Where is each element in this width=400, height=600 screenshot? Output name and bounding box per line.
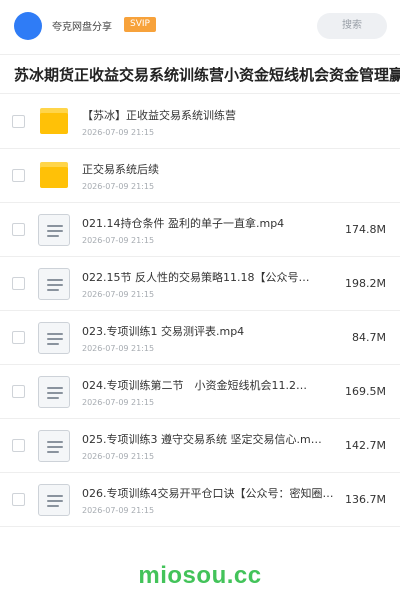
file-name[interactable]: 正交易系统后续 bbox=[82, 161, 344, 177]
file-name[interactable]: 025.专项训练3 遵守交易系统 坚定交易信心.m… bbox=[82, 431, 344, 447]
document-icon bbox=[38, 268, 70, 300]
row-checkbox[interactable] bbox=[12, 169, 25, 182]
document-icon bbox=[38, 430, 70, 462]
file-name[interactable]: 022.15节 反人性的交易策略11.18【公众号… bbox=[82, 269, 344, 285]
page-title: 苏冰期货正收益交易系统训练营小资金短线机会资金管理赢 bbox=[14, 66, 400, 84]
watermark: miosou.cc bbox=[138, 562, 262, 589]
file-name[interactable]: 026.专项训练4交易开平仓口诀【公众号：密知圈】… bbox=[82, 485, 344, 501]
file-name[interactable]: 023.专项训练1 交易测评表.mp4 bbox=[82, 323, 344, 339]
file-name[interactable]: 021.14持仓条件 盈利的单子一直拿.mp4 bbox=[82, 215, 344, 231]
folder-row[interactable]: 正交易系统后续 2026-07-09 21:15 bbox=[0, 149, 400, 203]
file-size: 174.8M bbox=[345, 223, 386, 236]
title-bar: 苏冰期货正收益交易系统训练营小资金短线机会资金管理赢 bbox=[0, 54, 400, 94]
folder-icon bbox=[40, 162, 68, 188]
file-name[interactable]: 【苏冰】正收益交易系统训练营 bbox=[82, 107, 344, 123]
file-size: 136.7M bbox=[345, 493, 386, 506]
row-checkbox[interactable] bbox=[12, 223, 25, 236]
file-row[interactable]: 024.专项训练第二节 小资金短线机会11.2… 2026-07-09 21:15… bbox=[0, 365, 400, 419]
document-icon bbox=[38, 214, 70, 246]
share-header: 夸克网盘分享 SVIP 搜索 bbox=[0, 0, 400, 54]
file-size: 84.7M bbox=[352, 331, 386, 344]
file-row[interactable]: 021.14持仓条件 盈利的单子一直拿.mp4 2026-07-09 21:15 1… bbox=[0, 203, 400, 257]
row-checkbox[interactable] bbox=[12, 385, 25, 398]
folder-icon bbox=[40, 108, 68, 134]
file-date: 2026-07-09 21:15 bbox=[82, 182, 155, 191]
file-date: 2026-07-09 21:15 bbox=[82, 344, 155, 353]
file-row[interactable]: 025.专项训练3 遵守交易系统 坚定交易信心.m… 2026-07-09 21:… bbox=[0, 419, 400, 473]
svip-badge: SVIP bbox=[124, 17, 156, 32]
row-checkbox[interactable] bbox=[12, 439, 25, 452]
avatar[interactable] bbox=[14, 12, 42, 40]
file-date: 2026-07-09 21:15 bbox=[82, 452, 155, 461]
search-button[interactable]: 搜索 bbox=[317, 13, 387, 39]
document-icon bbox=[38, 322, 70, 354]
file-date: 2026-07-09 21:15 bbox=[82, 506, 155, 515]
file-date: 2026-07-09 21:15 bbox=[82, 290, 155, 299]
file-date: 2026-07-09 21:15 bbox=[82, 128, 155, 137]
file-size: 169.5M bbox=[345, 385, 386, 398]
share-name: 夸克网盘分享 bbox=[52, 22, 112, 33]
file-date: 2026-07-09 21:15 bbox=[82, 236, 155, 245]
file-date: 2026-07-09 21:15 bbox=[82, 398, 155, 407]
folder-row[interactable]: 【苏冰】正收益交易系统训练营 2026-07-09 21:15 bbox=[0, 95, 400, 149]
row-checkbox[interactable] bbox=[12, 115, 25, 128]
row-checkbox[interactable] bbox=[12, 277, 25, 290]
document-icon bbox=[38, 484, 70, 516]
file-size: 198.2M bbox=[345, 277, 386, 290]
row-checkbox[interactable] bbox=[12, 493, 25, 506]
file-list: 【苏冰】正收益交易系统训练营 2026-07-09 21:15 正交易系统后续 202… bbox=[0, 95, 400, 527]
file-name[interactable]: 024.专项训练第二节 小资金短线机会11.2… bbox=[82, 377, 344, 393]
file-row[interactable]: 022.15节 反人性的交易策略11.18【公众号… 2026-07-09 21:… bbox=[0, 257, 400, 311]
row-checkbox[interactable] bbox=[12, 331, 25, 344]
file-row[interactable]: 023.专项训练1 交易测评表.mp4 2026-07-09 21:15 84.7M bbox=[0, 311, 400, 365]
file-row[interactable]: 026.专项训练4交易开平仓口诀【公众号：密知圈】… 2026-07-09 21:… bbox=[0, 473, 400, 527]
document-icon bbox=[38, 376, 70, 408]
file-size: 142.7M bbox=[345, 439, 386, 452]
